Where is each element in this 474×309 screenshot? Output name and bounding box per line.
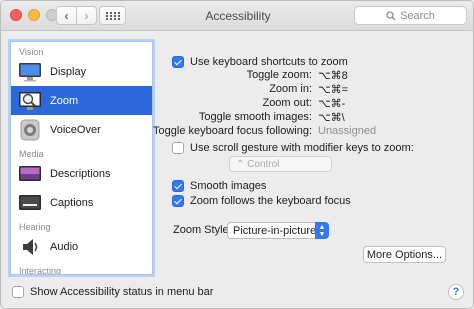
sidebar-list: Vision Display Zoom VoiceOver Media Desc…	[10, 41, 153, 275]
more-options-button[interactable]: More Options...	[363, 246, 446, 263]
title-bar: ‹ › Accessibility Search	[1, 1, 473, 31]
updown-chevron-icon: ▲ ▼	[315, 222, 329, 239]
sidebar-item-label: Audio	[50, 240, 79, 253]
shortcut-name: Zoom in:	[269, 83, 312, 95]
shortcut-name: Toggle zoom:	[246, 69, 312, 81]
help-button[interactable]: ?	[448, 284, 464, 300]
modifier-key-value: ⌃ Control	[236, 158, 280, 170]
follow-focus-option[interactable]: Zoom follows the keyboard focus	[172, 195, 351, 207]
audio-icon	[18, 236, 42, 258]
shortcut-row: Zoom in: ⌥⌘=	[161, 83, 461, 96]
shortcut-value: ⌥⌘8	[318, 70, 348, 82]
scroll-gesture-label: Use scroll gesture with modifier keys to…	[190, 142, 414, 154]
shortcut-row: Toggle keyboard focus following: Unassig…	[153, 125, 461, 138]
shortcut-row: Toggle smooth images: ⌥⌘\	[161, 111, 461, 124]
zoom-style-value: Picture-in-picture	[233, 224, 317, 237]
section-header-vision: Vision	[19, 47, 44, 57]
search-icon	[386, 10, 396, 20]
smooth-images-checkbox[interactable]	[172, 180, 184, 192]
scroll-gesture-option[interactable]: Use scroll gesture with modifier keys to…	[172, 142, 414, 154]
follow-focus-label: Zoom follows the keyboard focus	[190, 195, 351, 207]
modifier-key-popup[interactable]: ⌃ Control	[229, 156, 332, 172]
shortcut-value: ⌥⌘\	[318, 112, 345, 124]
sidebar-item-captions[interactable]: Captions	[11, 188, 152, 217]
sidebar-item-label: Descriptions	[50, 167, 111, 180]
captions-icon	[18, 192, 42, 214]
search-placeholder: Search	[400, 9, 435, 22]
descriptions-icon	[18, 163, 42, 185]
sidebar-item-voiceover[interactable]: VoiceOver	[11, 115, 152, 144]
sidebar-item-audio[interactable]: Audio	[11, 232, 152, 261]
sidebar-item-zoom[interactable]: Zoom	[11, 86, 152, 115]
shortcut-name: Toggle smooth images:	[198, 111, 312, 123]
sidebar-item-label: VoiceOver	[50, 123, 101, 136]
zoom-style-popup[interactable]: Picture-in-picture ▲ ▼	[227, 222, 329, 239]
shortcut-value: ⌥⌘=	[318, 84, 349, 96]
search-field[interactable]: Search	[354, 6, 467, 25]
shortcut-name: Toggle keyboard focus following:	[153, 125, 312, 137]
smooth-images-option[interactable]: Smooth images	[172, 180, 266, 192]
zoom-style-label-row: Zoom Style:	[173, 224, 232, 236]
preferences-window: ‹ › Accessibility Search Vision Display …	[0, 0, 474, 309]
keyboard-shortcuts-option[interactable]: Use keyboard shortcuts to zoom	[172, 56, 348, 68]
shortcut-value: ⌥⌘-	[318, 98, 346, 110]
section-header-hearing: Hearing	[19, 222, 51, 232]
show-status-checkbox[interactable]	[12, 286, 24, 298]
sidebar-item-label: Captions	[50, 196, 94, 209]
shortcut-value: Unassigned	[318, 125, 377, 137]
sidebar-item-descriptions[interactable]: Descriptions	[11, 159, 152, 188]
sidebar-item-label: Zoom	[50, 94, 79, 107]
sidebar-item-display[interactable]: Display	[11, 57, 152, 86]
zoom-style-label: Zoom Style:	[173, 224, 232, 236]
smooth-images-label: Smooth images	[190, 180, 267, 192]
shortcut-row: Zoom out: ⌥⌘-	[161, 97, 461, 110]
display-icon	[18, 61, 42, 83]
follow-focus-checkbox[interactable]	[172, 195, 184, 207]
shortcut-row: Toggle zoom: ⌥⌘8	[161, 69, 461, 82]
scroll-gesture-checkbox[interactable]	[172, 142, 184, 154]
keyboard-shortcuts-label: Use keyboard shortcuts to zoom	[190, 56, 348, 68]
sidebar-item-label: Display	[50, 65, 87, 78]
voiceover-icon	[18, 119, 42, 141]
section-header-media: Media	[19, 149, 44, 159]
zoom-icon	[18, 90, 42, 112]
keyboard-shortcuts-checkbox[interactable]	[172, 56, 184, 68]
shortcut-name: Zoom out:	[262, 97, 312, 109]
show-status-option[interactable]: Show Accessibility status in menu bar	[12, 286, 213, 298]
section-header-interacting: Interacting	[19, 266, 62, 275]
show-status-label: Show Accessibility status in menu bar	[30, 286, 214, 298]
